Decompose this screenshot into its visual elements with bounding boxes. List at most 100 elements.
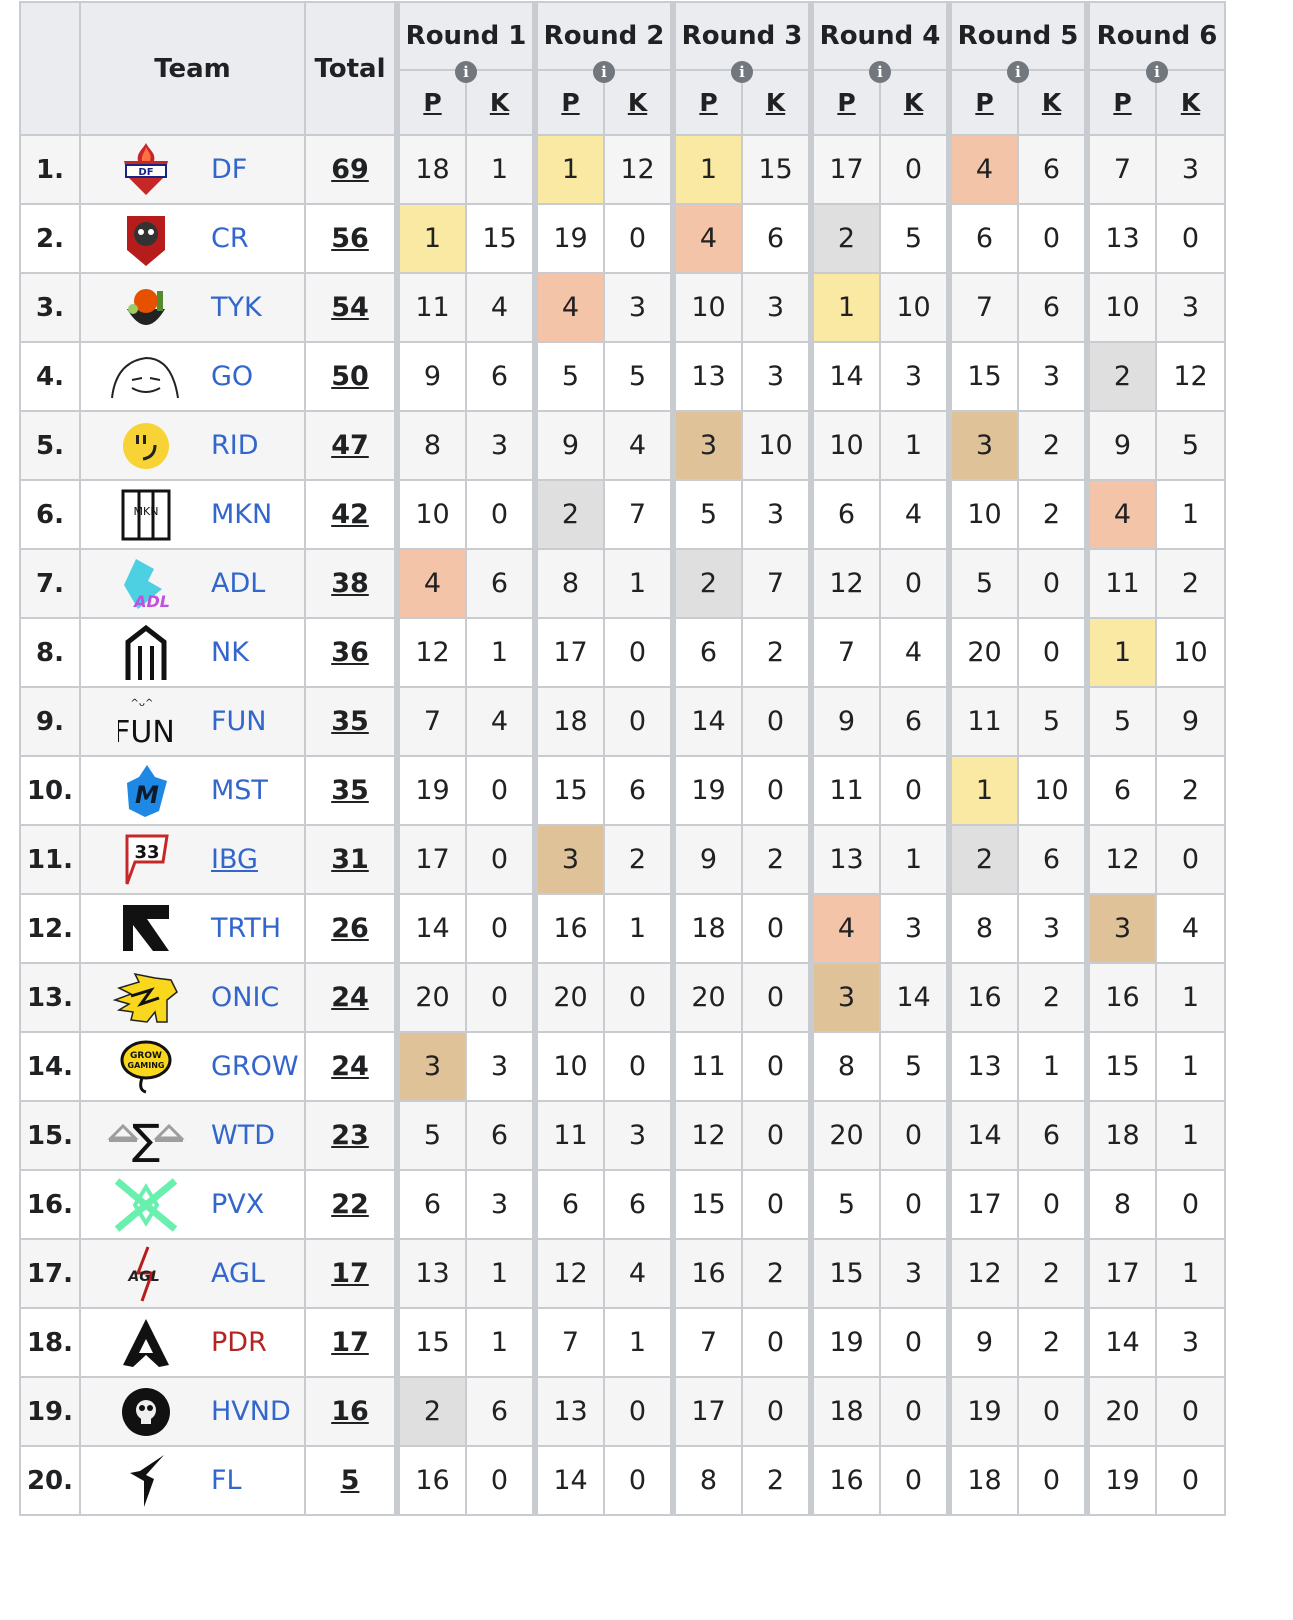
rank-cell: 10.: [19, 755, 81, 826]
team-link[interactable]: FUN: [211, 706, 267, 737]
placement-column-header[interactable]: P: [532, 69, 605, 136]
kills-cell: 6: [603, 1169, 674, 1240]
kills-column-header[interactable]: K: [465, 69, 536, 136]
kills-cell: 0: [465, 893, 536, 964]
placement-cell: 5: [946, 548, 1019, 619]
round-header-1: Round 1 i: [394, 1, 536, 83]
team-link[interactable]: FL: [211, 1465, 242, 1496]
placement-column-header[interactable]: P: [1084, 69, 1157, 136]
placement-cell: 17: [394, 824, 467, 895]
kills-cell: 4: [603, 1238, 674, 1309]
info-icon[interactable]: i: [869, 61, 891, 83]
info-icon[interactable]: i: [593, 61, 615, 83]
fun-logo-icon[interactable]: ^ᴗ^ FUN: [81, 692, 211, 752]
agl-logo-icon[interactable]: AGL: [81, 1244, 211, 1304]
cr-logo-icon[interactable]: [81, 209, 211, 269]
team-link[interactable]: NK: [211, 637, 249, 668]
table-row: 16. PVX 22 6 3 6 6 15 0 5 0 17 0 8 0: [19, 1169, 1226, 1240]
pvx-logo-icon[interactable]: [81, 1175, 211, 1235]
kills-cell: 4: [1155, 893, 1226, 964]
df-logo-icon[interactable]: DF: [81, 140, 211, 200]
rid-logo-icon[interactable]: [81, 416, 211, 476]
placement-cell: 10: [532, 1031, 605, 1102]
ibg-logo-icon[interactable]: 33: [81, 830, 211, 890]
placement-cell: 19: [946, 1376, 1019, 1447]
kills-cell: 0: [741, 755, 812, 826]
placement-cell: 7: [1084, 134, 1157, 205]
team-link[interactable]: CR: [211, 223, 249, 254]
placement-column-header[interactable]: P: [946, 69, 1019, 136]
placement-column-header[interactable]: P: [394, 69, 467, 136]
team-link[interactable]: ONIC: [211, 982, 279, 1013]
team-link[interactable]: TYK: [211, 292, 262, 323]
kills-cell: 0: [741, 1100, 812, 1171]
mst-logo-icon[interactable]: M: [81, 761, 211, 821]
kills-cell: 1: [1155, 1031, 1226, 1102]
fl-logo-icon[interactable]: [81, 1451, 211, 1511]
kills-cell: 0: [1155, 1445, 1226, 1516]
placement-cell: 2: [946, 824, 1019, 895]
onic-logo-icon[interactable]: [81, 968, 211, 1028]
team-link[interactable]: PDR: [211, 1327, 267, 1358]
team-link[interactable]: PVX: [211, 1189, 264, 1220]
total-points-cell: 16: [304, 1376, 398, 1447]
team-link[interactable]: IBG: [211, 844, 258, 875]
kills-column-header[interactable]: K: [1017, 69, 1088, 136]
placement-cell: 9: [532, 410, 605, 481]
mkn-logo-icon[interactable]: MKN: [81, 485, 211, 545]
team-link[interactable]: GO: [211, 361, 253, 392]
kills-cell: 2: [1017, 1238, 1088, 1309]
placement-cell: 12: [670, 1100, 743, 1171]
team-link[interactable]: MST: [211, 775, 268, 806]
total-points-cell: 17: [304, 1307, 398, 1378]
placement-cell: 6: [394, 1169, 467, 1240]
team-link[interactable]: HVND: [211, 1396, 291, 1427]
adl-logo-icon[interactable]: ADL: [81, 554, 211, 614]
team-link[interactable]: AGL: [211, 1258, 265, 1289]
kills-column-header[interactable]: K: [879, 69, 950, 136]
team-link[interactable]: MKN: [211, 499, 272, 530]
go-logo-icon[interactable]: [81, 347, 211, 407]
placement-cell: 15: [394, 1307, 467, 1378]
wtd-logo-icon[interactable]: ∑: [81, 1106, 211, 1166]
pdr-logo-icon[interactable]: [81, 1313, 211, 1373]
nk-logo-icon[interactable]: [81, 623, 211, 683]
kills-column-header[interactable]: K: [603, 69, 674, 136]
kills-cell: 3: [1017, 341, 1088, 412]
placement-column-header[interactable]: P: [808, 69, 881, 136]
hvnd-logo-icon[interactable]: [81, 1382, 211, 1442]
rank-cell: 7.: [19, 548, 81, 619]
round-label: Round 5: [957, 21, 1079, 51]
placement-cell: 3: [532, 824, 605, 895]
kills-column-header[interactable]: K: [741, 69, 812, 136]
team-cell: RID: [79, 410, 306, 481]
placement-cell: 6: [532, 1169, 605, 1240]
kills-cell: 5: [603, 341, 674, 412]
placement-cell: 19: [670, 755, 743, 826]
team-link[interactable]: RID: [211, 430, 259, 461]
team-link[interactable]: DF: [211, 154, 247, 185]
info-icon[interactable]: i: [1007, 61, 1029, 83]
kills-cell: 3: [465, 1169, 536, 1240]
kills-cell: 6: [465, 1100, 536, 1171]
team-link[interactable]: WTD: [211, 1120, 275, 1151]
team-link[interactable]: ADL: [211, 568, 265, 599]
kills-cell: 0: [879, 755, 950, 826]
kills-column-header[interactable]: K: [1155, 69, 1226, 136]
trth-logo-icon[interactable]: [81, 899, 211, 959]
team-cell: AGL AGL: [79, 1238, 306, 1309]
placement-column-header[interactable]: P: [670, 69, 743, 136]
table-row: 17. AGL AGL 17 13 1 12 4 16 2 15 3 12 2 17 1: [19, 1238, 1226, 1309]
team-link[interactable]: TRTH: [211, 913, 281, 944]
team-link[interactable]: GROW: [211, 1051, 299, 1082]
grow-logo-icon[interactable]: GROW GAMING: [81, 1037, 211, 1097]
placement-cell: 15: [532, 755, 605, 826]
rank-cell: 13.: [19, 962, 81, 1033]
info-icon[interactable]: i: [455, 61, 477, 83]
info-icon[interactable]: i: [1146, 61, 1168, 83]
tyk-logo-icon[interactable]: [81, 278, 211, 338]
rank-cell: 14.: [19, 1031, 81, 1102]
placement-cell: 6: [670, 617, 743, 688]
info-icon[interactable]: i: [731, 61, 753, 83]
kills-cell: 0: [741, 893, 812, 964]
